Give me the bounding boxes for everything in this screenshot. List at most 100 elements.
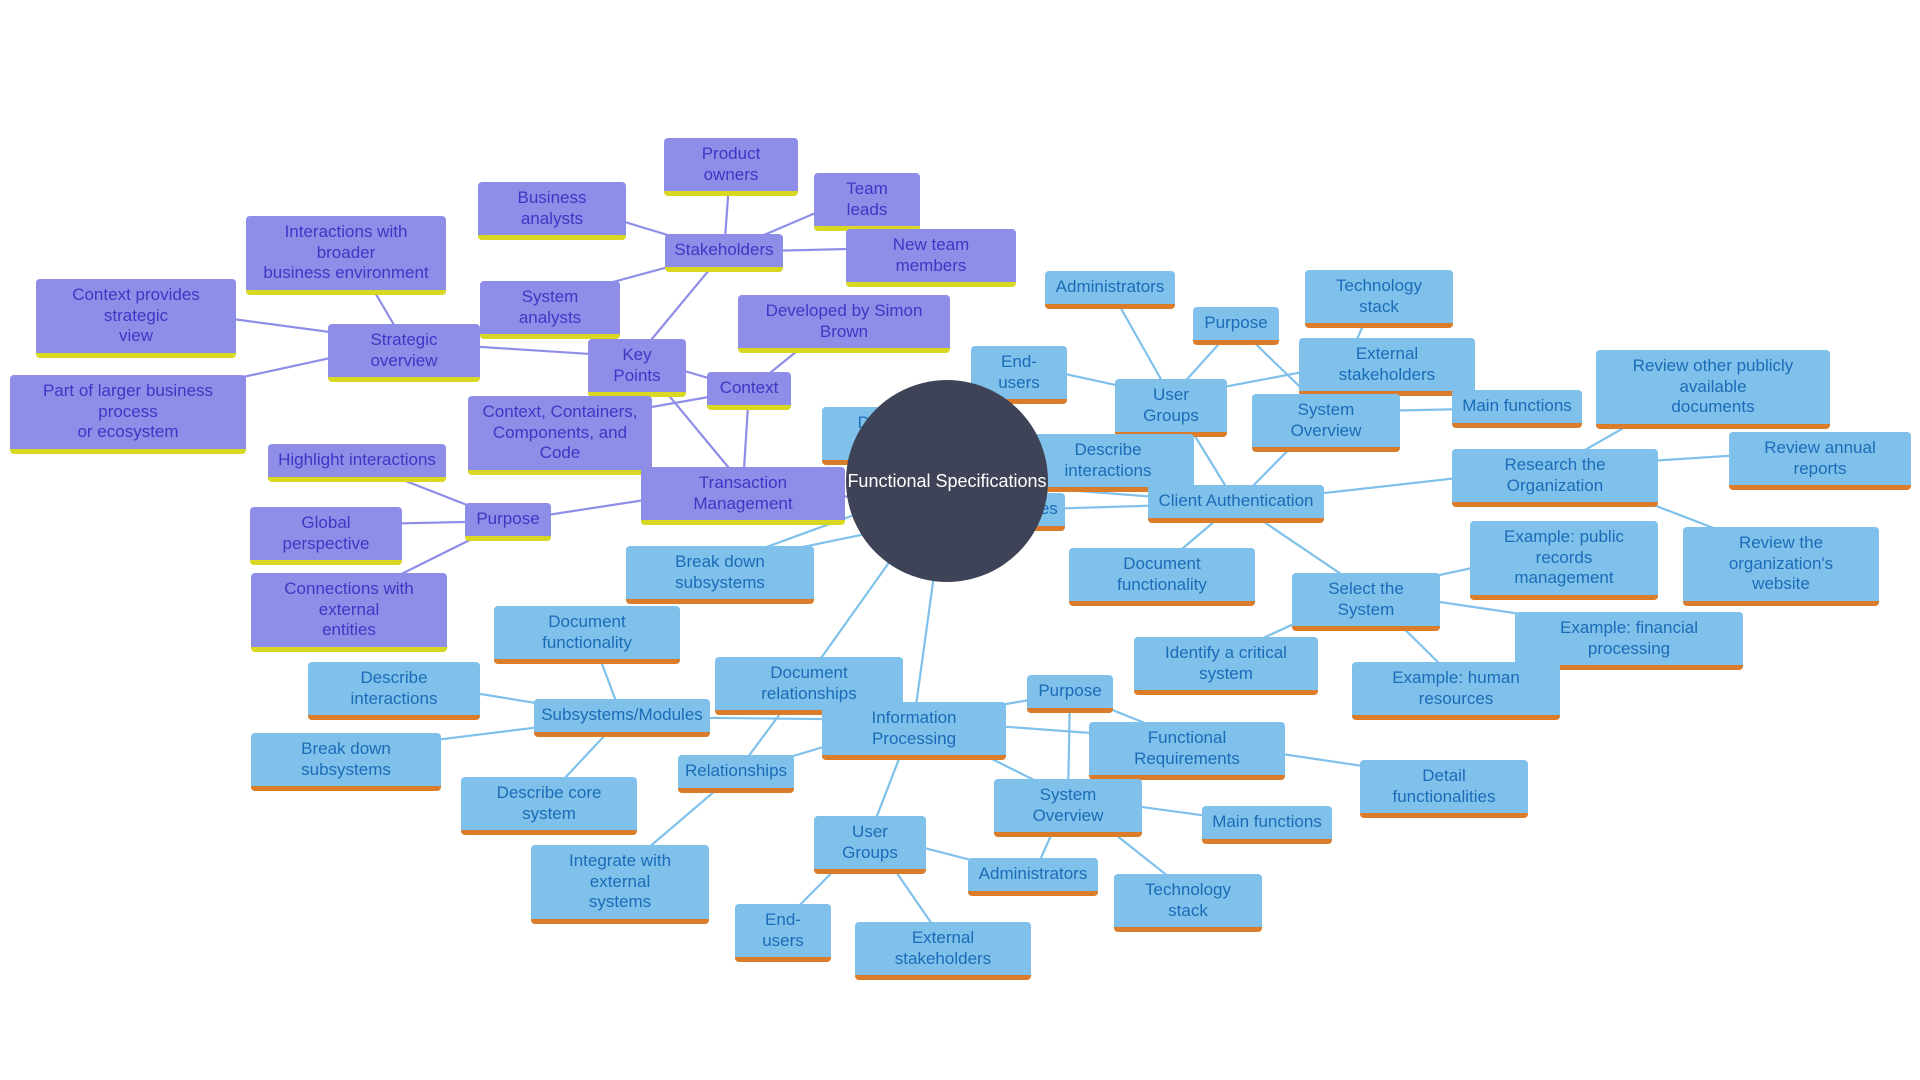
mindmap-node[interactable]: Purpose: [1027, 675, 1113, 713]
mindmap-node[interactable]: Functional Requirements: [1089, 722, 1285, 781]
mindmap-node-label: System Overview: [1032, 785, 1104, 825]
mindmap-node-label: Example: public records management: [1503, 527, 1624, 588]
mindmap-node[interactable]: Detail functionalities: [1360, 760, 1528, 819]
mindmap-node[interactable]: Purpose: [1193, 307, 1279, 345]
mindmap-node-label: End-users: [998, 352, 1040, 392]
mindmap-node-label: Select the System: [1328, 579, 1404, 619]
mindmap-node[interactable]: Part of larger business process or ecosy…: [10, 375, 246, 455]
mindmap-node-label: Developed by Simon Brown: [765, 301, 923, 341]
mindmap-node[interactable]: Context, Containers, Components, and Cod…: [468, 396, 652, 476]
mindmap-node-label: Purpose: [1204, 313, 1268, 332]
mindmap-node[interactable]: Context: [707, 372, 791, 410]
mindmap-node-label: Research the Organization: [1504, 455, 1606, 495]
mindmap-node[interactable]: Purpose: [465, 503, 551, 541]
mindmap-node-label: Team leads: [846, 179, 888, 219]
mindmap-node-label: Identify a critical system: [1165, 643, 1287, 683]
mindmap-node[interactable]: Information Processing: [822, 702, 1006, 761]
mindmap-node-label: Part of larger business process or ecosy…: [42, 381, 214, 442]
mindmap-node[interactable]: Subsystems/Modules: [534, 699, 710, 737]
mindmap-node[interactable]: System analysts: [480, 281, 620, 340]
mindmap-node-label: Document functionality: [1117, 554, 1207, 594]
mindmap-node-label: User Groups: [842, 822, 898, 862]
mindmap-node-label: Global perspective: [282, 513, 370, 553]
mindmap-node[interactable]: Main functions: [1202, 806, 1332, 844]
mindmap-node[interactable]: Global perspective: [250, 507, 402, 566]
mindmap-node[interactable]: Break down subsystems: [626, 546, 814, 605]
mindmap-node-label: Information Processing: [871, 708, 957, 748]
mindmap-node[interactable]: User Groups: [814, 816, 926, 875]
mindmap-node[interactable]: Team leads: [814, 173, 920, 232]
mindmap-node-label: Review the organization's website: [1728, 533, 1834, 594]
mindmap-node[interactable]: External stakeholders: [1299, 338, 1475, 397]
mindmap-node-label: Break down subsystems: [675, 552, 765, 592]
mindmap-node[interactable]: Developed by Simon Brown: [738, 295, 950, 354]
mindmap-node-label: Interactions with broader business envir…: [263, 222, 429, 283]
mindmap-node[interactable]: Example: public records management: [1470, 521, 1658, 601]
mindmap-node[interactable]: Transaction Management: [641, 467, 845, 526]
mindmap-node-label: Context: [719, 378, 779, 397]
mindmap-node[interactable]: Main functions: [1452, 390, 1582, 428]
mindmap-node-label: End-users: [762, 910, 804, 950]
mindmap-node-label: Client Authentication: [1158, 491, 1314, 510]
mindmap-node[interactable]: Identify a critical system: [1134, 637, 1318, 696]
mindmap-node[interactable]: Integrate with external systems: [531, 845, 709, 925]
mindmap-node[interactable]: Key Points: [588, 339, 686, 398]
mindmap-node-label: Main functions: [1212, 812, 1322, 831]
mindmap-node[interactable]: Administrators: [968, 858, 1098, 896]
mindmap-node[interactable]: Technology stack: [1114, 874, 1262, 933]
mindmap-node-label: Describe interactions: [350, 668, 438, 708]
mindmap-node[interactable]: Describe core system: [461, 777, 637, 836]
mindmap-node-label: Functional Requirements: [1134, 728, 1240, 768]
mindmap-node[interactable]: Context provides strategic view: [36, 279, 236, 359]
mindmap-node[interactable]: Research the Organization: [1452, 449, 1658, 508]
mindmap-node-label: Main functions: [1462, 396, 1572, 415]
mindmap-node[interactable]: System Overview: [1252, 394, 1400, 453]
mindmap-node-label: Document functionality: [542, 612, 632, 652]
mindmap-node[interactable]: Example: human resources: [1352, 662, 1560, 721]
mindmap-node[interactable]: Document functionality: [1069, 548, 1255, 607]
mindmap-node-label: Product owners: [701, 144, 761, 184]
mindmap-node-label: Describe interactions: [1064, 440, 1152, 480]
mindmap-node-label: Integrate with external systems: [568, 851, 672, 912]
mindmap-canvas: Product owners Business analysts Team lead…: [0, 0, 1920, 1080]
mindmap-node[interactable]: Client Authentication: [1148, 485, 1324, 523]
mindmap-node-label: System Overview: [1290, 400, 1362, 440]
mindmap-node[interactable]: Connections with external entities: [251, 573, 447, 653]
mindmap-node-label: Technology stack: [1144, 880, 1231, 920]
mindmap-node-label: Highlight interactions: [278, 450, 436, 469]
mindmap-node[interactable]: External stakeholders: [855, 922, 1031, 981]
mindmap-node[interactable]: Interactions with broader business envir…: [246, 216, 446, 296]
mindmap-node[interactable]: Business analysts: [478, 182, 626, 241]
mindmap-node[interactable]: Review the organization's website: [1683, 527, 1879, 607]
mindmap-node[interactable]: Strategic overview: [328, 324, 480, 383]
center-node[interactable]: Functional Specifications: [846, 380, 1048, 582]
mindmap-node-label: Transaction Management: [693, 473, 793, 513]
mindmap-node[interactable]: Stakeholders: [665, 234, 783, 272]
mindmap-node[interactable]: Administrators: [1045, 271, 1175, 309]
mindmap-node[interactable]: System Overview: [994, 779, 1142, 838]
mindmap-node-label: Technology stack: [1335, 276, 1422, 316]
mindmap-node-label: Connections with external entities: [284, 579, 414, 640]
mindmap-node[interactable]: Review other publicly available document…: [1596, 350, 1830, 430]
mindmap-node[interactable]: Break down subsystems: [251, 733, 441, 792]
mindmap-node-label: Business analysts: [517, 188, 587, 228]
mindmap-node-label: Purpose: [476, 509, 540, 528]
mindmap-node[interactable]: End-users: [735, 904, 831, 963]
mindmap-node[interactable]: Review annual reports: [1729, 432, 1911, 491]
mindmap-node[interactable]: Select the System: [1292, 573, 1440, 632]
mindmap-node-label: System analysts: [518, 287, 582, 327]
mindmap-node[interactable]: User Groups: [1115, 379, 1227, 438]
mindmap-node[interactable]: Document functionality: [494, 606, 680, 665]
mindmap-node-label: New team members: [892, 235, 970, 275]
mindmap-node[interactable]: Describe interactions: [308, 662, 480, 721]
mindmap-node[interactable]: Technology stack: [1305, 270, 1453, 329]
mindmap-node-label: Relationships: [684, 761, 788, 780]
mindmap-node-label: Administrators: [1055, 277, 1165, 296]
mindmap-node-label: Example: financial processing: [1560, 618, 1698, 658]
mindmap-node[interactable]: Product owners: [664, 138, 798, 197]
mindmap-node[interactable]: Relationships: [678, 755, 794, 793]
mindmap-node-label: Document relationships: [761, 663, 857, 703]
mindmap-node[interactable]: New team members: [846, 229, 1016, 288]
mindmap-node-label: Context provides strategic view: [72, 285, 200, 346]
mindmap-node[interactable]: Highlight interactions: [268, 444, 446, 482]
